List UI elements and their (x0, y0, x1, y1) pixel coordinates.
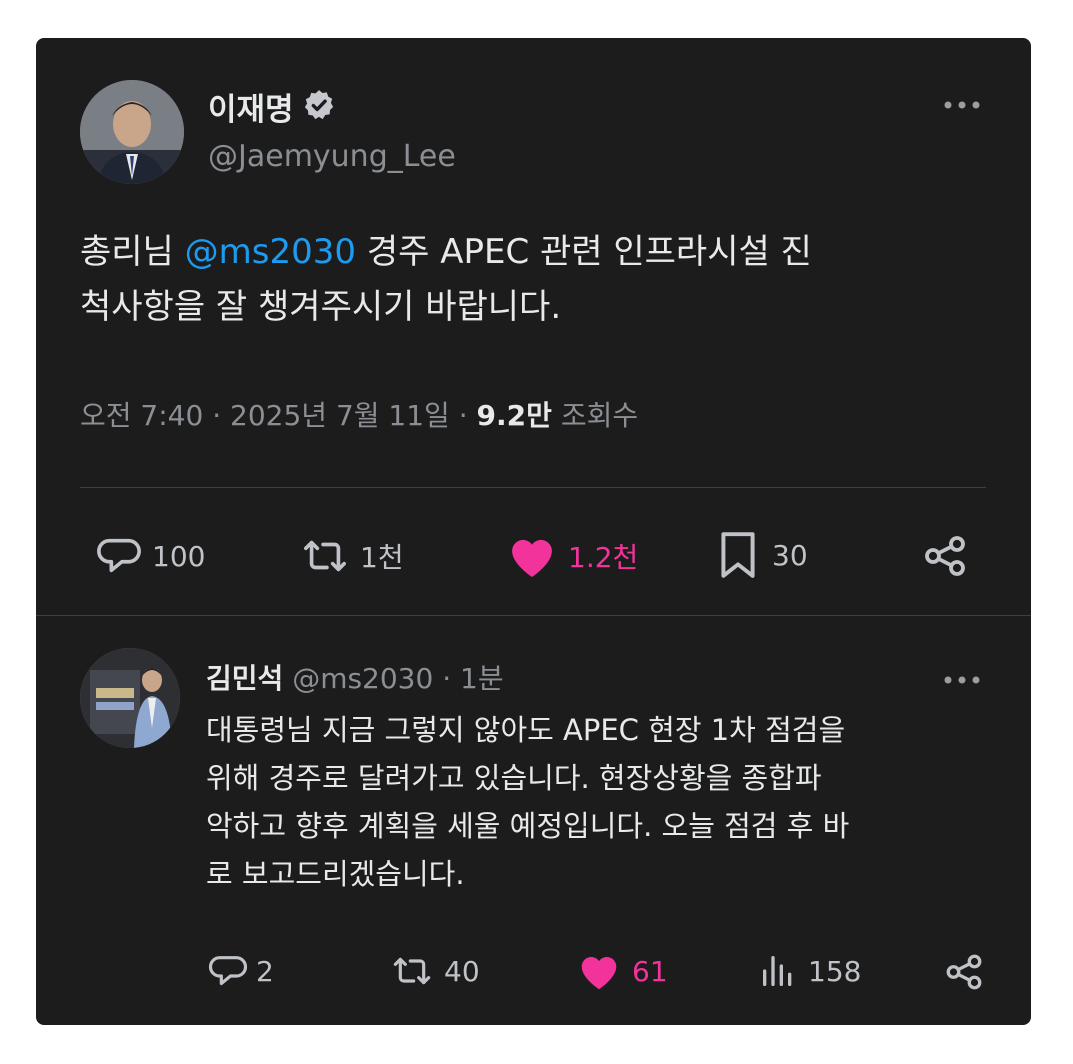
reply-line: 로 보고드리겠습니다. (206, 857, 465, 891)
heart-icon (506, 533, 558, 579)
tweet-card: 이재명 @Jaemyung_Lee 총리님 @ms2030 경주 APEC 관련… (36, 38, 1031, 1025)
tweet-line-1: 총리님 @ms2030 경주 APEC 관련 인프라시설 진 (80, 225, 812, 280)
like-button[interactable]: 1.2천 (506, 533, 638, 579)
share-button[interactable] (920, 532, 970, 580)
like-count: 1.2천 (568, 541, 639, 574)
bookmark-count: 30 (772, 538, 808, 572)
reply-body: 대통령님 지금 그렇지 않아도 APEC 현장 1차 점검을 위해 경주로 달려… (206, 706, 849, 898)
reply-count: 100 (152, 539, 206, 573)
author-name[interactable]: 이재명 (208, 84, 294, 129)
share-icon (920, 532, 970, 580)
tweet-date[interactable]: 2025년 7월 11일 (230, 399, 450, 432)
tweet-body: 총리님 @ms2030 경주 APEC 관련 인프라시설 진 척사항을 잘 챙겨… (80, 225, 812, 335)
author-handle[interactable]: @Jaemyung_Lee (208, 139, 456, 174)
views-count: 9.2만 (476, 399, 552, 432)
views-icon (758, 951, 798, 991)
reply-like-count: 61 (632, 954, 668, 988)
heart-icon (576, 951, 622, 991)
tweet-meta: 오전 7:40 · 2025년 7월 11일 · 9.2만 조회수 (80, 394, 638, 434)
reply-like-button[interactable]: 61 (576, 951, 668, 991)
reply-retweet-button[interactable]: 40 (386, 951, 480, 991)
reply-more-icon[interactable] (942, 671, 982, 690)
reply-share-button[interactable] (942, 951, 986, 993)
verified-badge-icon (302, 88, 336, 126)
bookmark-icon (716, 530, 760, 580)
reply-author-name[interactable]: 김민석 (206, 662, 283, 695)
views-label: 조회수 (560, 399, 639, 432)
tweet-text-prefix: 총리님 (80, 232, 185, 272)
author-avatar[interactable] (80, 80, 184, 184)
reply-line: 대통령님 지금 그렇지 않아도 APEC 현장 1차 점검을 (206, 713, 846, 747)
retweet-icon (386, 951, 438, 991)
retweet-count: 1천 (360, 541, 404, 574)
reply-button[interactable]: 100 (94, 533, 205, 579)
reply-line: 위해 경주로 달려가고 있습니다. 현장상황을 종합파 (206, 761, 822, 795)
reply-icon (206, 951, 250, 991)
reply-header: 김민석 @ms2030 · 1분 (206, 657, 504, 697)
retweet-button[interactable]: 1천 (296, 533, 404, 579)
mention-link[interactable]: @ms2030 (185, 232, 356, 272)
reply-views-button[interactable]: 158 (758, 951, 861, 991)
retweet-icon (296, 533, 354, 579)
thread-divider (36, 615, 1031, 616)
more-icon[interactable] (942, 96, 982, 115)
reply-retweet-count: 40 (444, 954, 480, 988)
reply-icon (94, 533, 144, 579)
reply-reply-count: 2 (256, 954, 274, 988)
tweet-line-2: 척사항을 잘 챙겨주시기 바랍니다. (80, 287, 562, 327)
reply-author-avatar[interactable] (80, 648, 180, 748)
share-icon (942, 951, 986, 993)
bookmark-button[interactable]: 30 (716, 530, 808, 580)
divider (80, 487, 986, 488)
tweet-text-rest: 경주 APEC 관련 인프라시설 진 (356, 232, 812, 272)
reply-views-count: 158 (808, 954, 862, 988)
meta-separator: · (212, 399, 222, 432)
reply-time[interactable]: 1분 (460, 662, 504, 695)
meta-separator: · (458, 399, 468, 432)
meta-separator: · (442, 662, 452, 695)
reply-line: 악하고 향후 계획을 세울 예정입니다. 오늘 점검 후 바 (206, 809, 850, 843)
reply-author-handle[interactable]: @ms2030 (292, 662, 433, 695)
tweet-time[interactable]: 오전 7:40 (80, 399, 203, 432)
reply-reply-button[interactable]: 2 (206, 951, 274, 991)
